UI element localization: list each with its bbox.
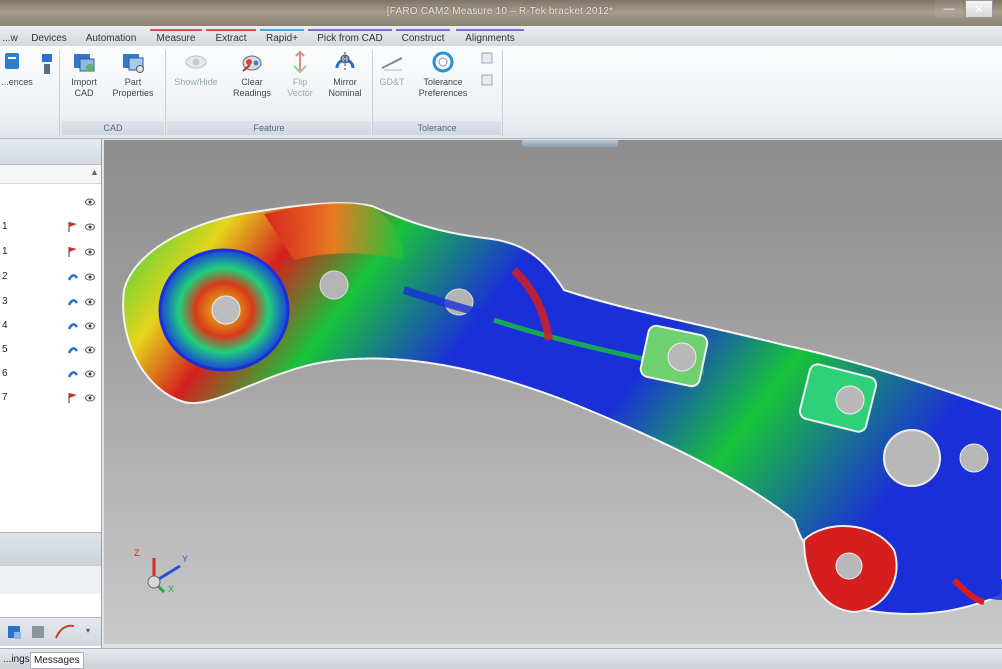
references-button[interactable]: ...ences <box>0 50 34 88</box>
tree-row[interactable]: 3 <box>0 293 101 311</box>
part-properties-button[interactable]: Part Properties <box>108 50 158 99</box>
tree-row[interactable]: 4 <box>0 317 101 335</box>
blue-feature-icon <box>68 371 78 378</box>
tab-devices[interactable]: Devices <box>26 29 72 45</box>
group-label-tolerance: Tolerance <box>373 121 501 135</box>
eye-icon[interactable] <box>85 298 95 306</box>
tab-construct[interactable]: Construct <box>396 29 450 45</box>
minimize-button[interactable]: — <box>935 0 963 18</box>
small-tolerance-button-2[interactable] <box>478 74 496 89</box>
mesh-icon <box>39 50 55 74</box>
tab-alignments[interactable]: Alignments <box>456 29 524 45</box>
tab-readings[interactable]: ...ings <box>0 652 33 667</box>
red-flag-icon <box>68 393 77 403</box>
tab-pick-from-cad[interactable]: Pick from CAD <box>308 29 392 45</box>
bottom-tab-bar: ...ings Messages <box>0 648 1002 669</box>
tree-row[interactable]: 7 <box>0 389 101 407</box>
clear-readings-icon <box>240 50 264 74</box>
blue-feature-icon <box>68 347 78 354</box>
red-flag-icon <box>68 222 77 232</box>
pane-subheader: ▲ <box>0 165 101 184</box>
import-cad-icon <box>72 50 96 74</box>
window-title: [FARO CAM2 Measure 10 – R-Tek bracket 20… <box>386 6 614 17</box>
axis-z-label: Z <box>134 548 140 558</box>
mirror-nominal-icon <box>333 50 357 74</box>
gdt-icon <box>380 50 404 74</box>
eye-icon[interactable] <box>85 370 95 378</box>
feature-tree-pane: ▲ 1 1 2 3 4 5 6 7 ▾ <box>0 139 102 668</box>
tree-row[interactable] <box>0 193 101 211</box>
deviation-color-map <box>122 202 1002 615</box>
tab-messages[interactable]: Messages <box>30 652 84 669</box>
gdt-button[interactable]: GD&T <box>374 50 410 88</box>
eye-icon[interactable] <box>85 223 95 231</box>
tree-row[interactable]: 2 <box>0 268 101 286</box>
title-bar: [FARO CAM2 Measure 10 – R-Tek bracket 20… <box>0 0 1002 26</box>
pane-divider-bar[interactable] <box>0 532 101 565</box>
flip-vector-icon <box>288 50 312 74</box>
eye-icon[interactable] <box>85 346 95 354</box>
group-label-cad: CAD <box>62 121 164 135</box>
eye-icon <box>184 50 208 74</box>
red-flag-icon <box>68 247 77 257</box>
cube-icon[interactable] <box>30 624 46 640</box>
ribbon-tab-strip: ...w Devices Automation Measure Extract … <box>0 26 1002 47</box>
tree-row[interactable]: 6 <box>0 365 101 383</box>
blue-feature-icon <box>68 299 78 306</box>
blue-feature-icon <box>68 274 78 281</box>
dropdown-arrow-icon[interactable]: ▾ <box>86 626 90 635</box>
references-icon <box>5 50 29 74</box>
eye-icon[interactable] <box>85 394 95 402</box>
tab-measure[interactable]: Measure <box>150 29 202 45</box>
mirror-nominal-button[interactable]: Mirror Nominal <box>320 50 370 99</box>
tolerance-copy-icon <box>481 74 493 86</box>
eye-icon[interactable] <box>85 322 95 330</box>
flip-vector-button[interactable]: Flip Vector <box>282 50 318 99</box>
tree-row[interactable]: 1 <box>0 243 101 261</box>
group-label-feature: Feature <box>167 121 371 135</box>
probe-icon[interactable] <box>6 624 22 640</box>
axis-x-label: X <box>168 584 175 594</box>
pane-header <box>0 139 101 165</box>
eye-icon[interactable] <box>85 198 95 206</box>
pane-scroll-icon[interactable]: ▲ <box>90 167 99 177</box>
pane-lower-section <box>0 565 101 594</box>
axis-triad: Z Y X <box>132 546 202 596</box>
small-mesh-button[interactable] <box>36 50 58 74</box>
eye-icon[interactable] <box>85 273 95 281</box>
tab-extract[interactable]: Extract <box>206 29 256 45</box>
eye-icon[interactable] <box>85 248 95 256</box>
pane-toolbar: ▾ <box>0 617 101 646</box>
tolerance-preferences-icon <box>431 50 455 74</box>
tree-row[interactable]: 1 <box>0 218 101 236</box>
tolerance-preferences-button[interactable]: Tolerance Preferences <box>412 50 474 99</box>
tree-row[interactable]: 5 <box>0 341 101 359</box>
tab-view[interactable]: ...w <box>0 29 20 45</box>
close-button[interactable]: ✕ <box>965 0 993 18</box>
blue-feature-icon <box>68 323 78 330</box>
small-tolerance-button-1[interactable] <box>478 52 496 67</box>
tolerance-small-icon <box>481 52 493 64</box>
tab-rapid[interactable]: Rapid+ <box>260 29 304 45</box>
clear-readings-button[interactable]: Clear Readings <box>226 50 278 99</box>
boss-hole <box>211 295 241 325</box>
axis-y-label: Y <box>182 554 189 564</box>
ribbon: ...ences Import CAD Part Properties CAD … <box>0 46 1002 139</box>
3d-viewport[interactable]: Z Y X <box>104 140 1002 644</box>
curve-icon[interactable] <box>54 622 76 640</box>
tab-automation[interactable]: Automation <box>78 29 144 45</box>
part-properties-icon <box>121 50 145 74</box>
import-cad-button[interactable]: Import CAD <box>64 50 104 99</box>
axis-triad-icon <box>147 558 181 594</box>
show-hide-button[interactable]: Show/Hide <box>168 50 224 88</box>
